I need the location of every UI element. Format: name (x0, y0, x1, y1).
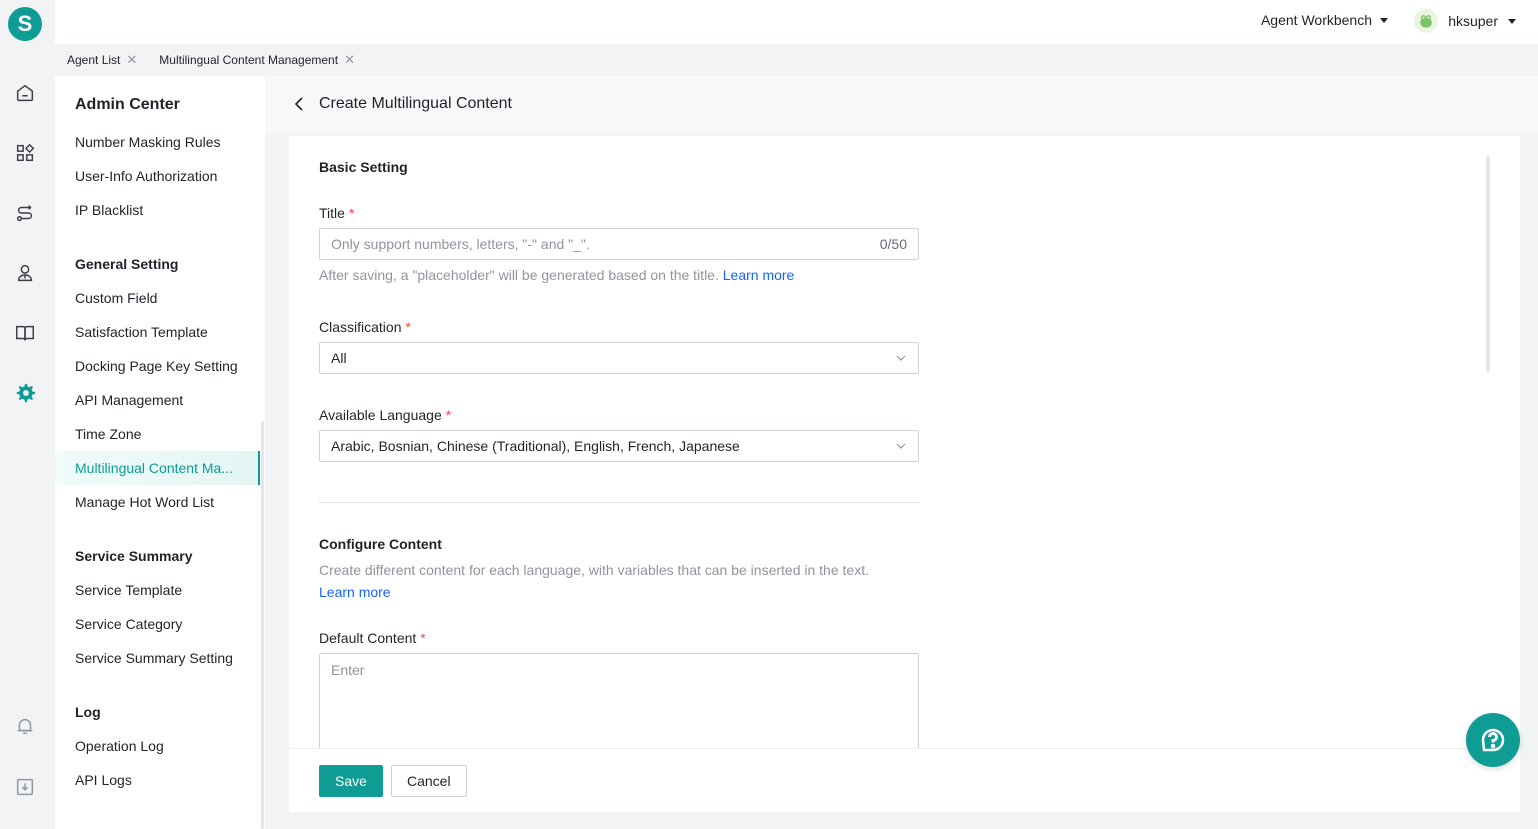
sidebar-item-satisfaction-template[interactable]: Satisfaction Template (75, 324, 260, 340)
sidebar-item-user-info-auth[interactable]: User-Info Authorization (75, 168, 260, 184)
avatar (1414, 9, 1439, 33)
language-label: Available Language * (319, 407, 451, 423)
classification-label-text: Classification (319, 319, 402, 335)
sidebar-item-docking-page-key[interactable]: Docking Page Key Setting (75, 358, 260, 374)
username: hksuper (1448, 13, 1498, 29)
sidebar-item-api-management[interactable]: API Management (75, 392, 260, 408)
admin-sidebar: Admin Center Number Masking Rules User-I… (55, 76, 265, 829)
section-configure-content: Configure Content (319, 536, 442, 552)
sidebar-item-time-zone[interactable]: Time Zone (75, 426, 260, 442)
back-arrow-icon[interactable] (291, 96, 307, 112)
help-button[interactable] (1466, 713, 1520, 767)
tab-agent-list[interactable]: Agent List ✕ (67, 52, 137, 68)
tab-multilingual-content[interactable]: Multilingual Content Management ✕ (159, 52, 355, 68)
classification-select[interactable]: All (319, 342, 919, 374)
gear-icon[interactable] (13, 381, 37, 405)
question-icon (1481, 728, 1505, 752)
close-icon[interactable]: ✕ (126, 52, 137, 68)
page-title: Create Multilingual Content (319, 95, 512, 112)
download-icon[interactable] (13, 775, 37, 799)
sidebar-item-multilingual-content[interactable]: Multilingual Content Ma... (75, 460, 260, 476)
section-divider (319, 502, 919, 503)
default-content-textarea[interactable] (331, 662, 907, 744)
close-icon[interactable]: ✕ (344, 52, 355, 68)
sidebar-group-log: Log (75, 704, 101, 720)
cancel-button[interactable]: Cancel (391, 765, 467, 797)
page-header: Create Multilingual Content (265, 76, 1538, 134)
default-content-wrapper (319, 653, 919, 748)
language-value: Arabic, Bosnian, Chinese (Traditional), … (331, 438, 740, 454)
form-footer: Save Cancel (289, 748, 1520, 812)
title-input-wrapper: 0/50 (319, 228, 919, 260)
default-content-label-text: Default Content (319, 630, 417, 646)
title-char-counter: 0/50 (879, 236, 907, 252)
form-scrollbar[interactable] (1486, 156, 1490, 372)
tab-label: Agent List (67, 53, 121, 67)
caret-down-icon (1508, 18, 1516, 24)
required-mark: * (420, 630, 426, 646)
sidebar-group-service-summary: Service Summary (75, 548, 193, 564)
classification-label: Classification * (319, 319, 411, 335)
configure-learn-more-link[interactable]: Learn more (319, 584, 391, 600)
sidebar-item-service-template[interactable]: Service Template (75, 582, 260, 598)
language-select[interactable]: Arabic, Bosnian, Chinese (Traditional), … (319, 430, 919, 462)
title-label-text: Title (319, 205, 345, 221)
save-button[interactable]: Save (319, 765, 383, 797)
page-tabs: Agent List ✕ Multilingual Content Manage… (55, 44, 1538, 76)
home-icon[interactable] (13, 81, 37, 105)
sidebar-item-api-logs[interactable]: API Logs (75, 772, 260, 788)
title-label: Title * (319, 205, 354, 221)
sidebar-item-service-category[interactable]: Service Category (75, 616, 260, 632)
sidebar-scrollbar[interactable] (261, 421, 264, 829)
app-logo[interactable]: S (8, 7, 42, 41)
configure-hint: Create different content for each langua… (319, 562, 869, 578)
title-input[interactable] (331, 236, 880, 252)
default-content-label: Default Content * (319, 630, 426, 646)
section-basic-setting: Basic Setting (319, 159, 408, 175)
sidebar-item-hot-word-list[interactable]: Manage Hot Word List (75, 494, 260, 510)
sidebar-item-operation-log[interactable]: Operation Log (75, 738, 260, 754)
sidebar-item-service-summary-setting[interactable]: Service Summary Setting (75, 650, 260, 666)
icon-rail: S (0, 0, 55, 829)
caret-down-icon (1380, 17, 1388, 23)
sidebar-item-custom-field[interactable]: Custom Field (75, 290, 260, 306)
top-bar: Agent Workbench hksuper (55, 0, 1538, 44)
tab-label: Multilingual Content Management (159, 53, 339, 67)
apps-icon[interactable] (13, 141, 37, 165)
classification-value: All (331, 350, 347, 366)
title-hint-text: After saving, a "placeholder" will be ge… (319, 267, 719, 283)
sidebar-item-number-masking[interactable]: Number Masking Rules (75, 134, 260, 150)
title-hint: After saving, a "placeholder" will be ge… (319, 267, 794, 283)
workbench-label: Agent Workbench (1260, 12, 1372, 28)
bell-icon[interactable] (13, 714, 37, 738)
chevron-down-icon (896, 355, 906, 361)
sidebar-item-ip-blacklist[interactable]: IP Blacklist (75, 202, 260, 218)
user-menu[interactable]: hksuper (1414, 9, 1516, 33)
required-mark: * (405, 319, 411, 335)
workbench-dropdown[interactable]: Agent Workbench (1261, 12, 1388, 28)
route-icon[interactable] (13, 201, 37, 225)
learn-more-link[interactable]: Learn more (723, 267, 795, 283)
book-icon[interactable] (13, 321, 37, 345)
sidebar-group-general: General Setting (75, 256, 179, 272)
user-group-icon[interactable] (13, 261, 37, 285)
form-card: Basic Setting Title* 0/50 After saving, … (289, 136, 1520, 748)
language-label-text: Available Language (319, 407, 442, 423)
required-mark: * (445, 407, 452, 423)
required-mark: * (348, 205, 355, 221)
chevron-down-icon (896, 443, 906, 449)
sidebar-title: Admin Center (75, 96, 180, 113)
